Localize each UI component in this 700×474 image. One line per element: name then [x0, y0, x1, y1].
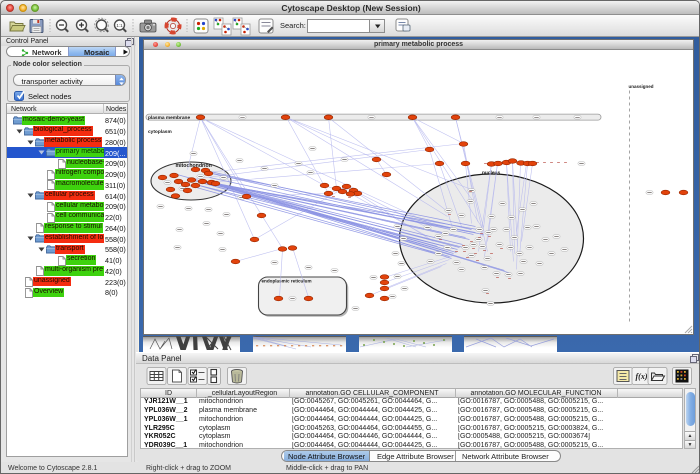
- svg-text:plasma membrane: plasma membrane: [148, 114, 190, 120]
- svg-text:unassigned: unassigned: [628, 84, 653, 89]
- svg-text:f(x): f(x): [636, 372, 648, 381]
- svg-text:nucleus: nucleus: [482, 169, 500, 175]
- svg-text:1:1: 1:1: [116, 23, 123, 28]
- svg-text:cytoplasm: cytoplasm: [148, 129, 172, 135]
